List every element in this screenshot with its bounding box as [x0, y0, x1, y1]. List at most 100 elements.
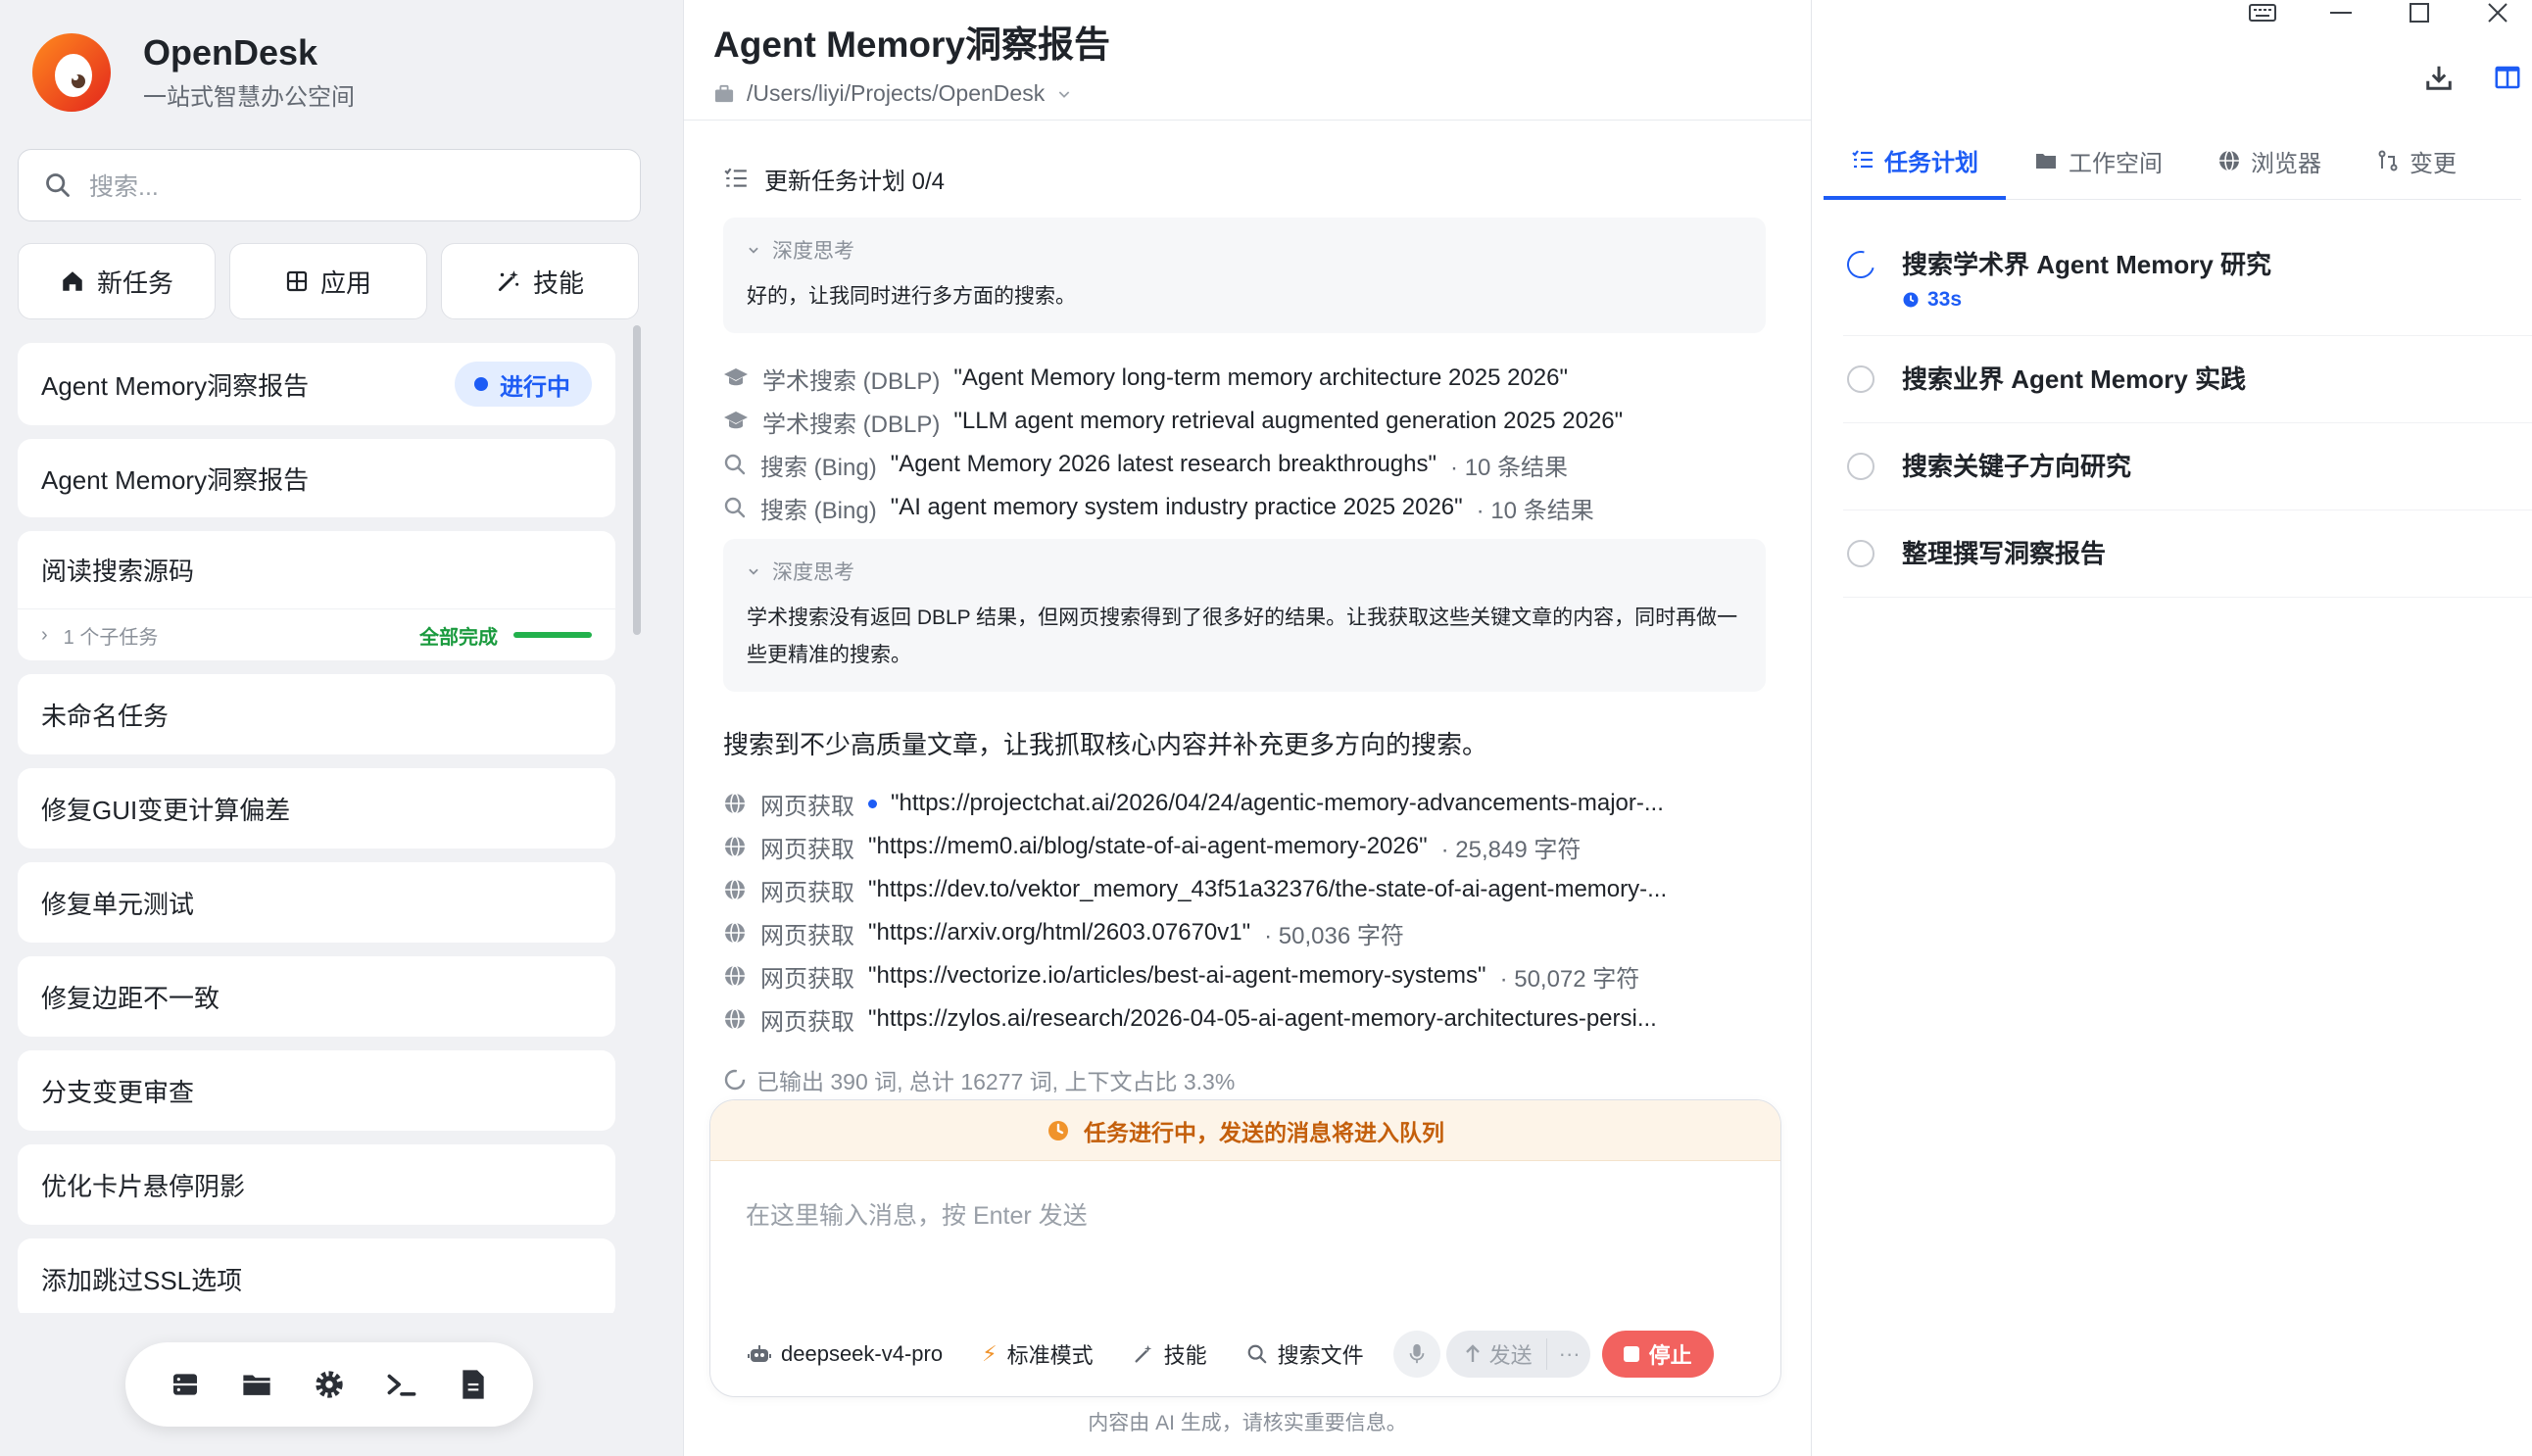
branch-icon [2378, 150, 2398, 171]
subtask-progress-bar [513, 632, 592, 638]
search-icon [1247, 1344, 1266, 1364]
new-task-button[interactable]: 新任务 [18, 243, 216, 319]
thinking-block[interactable]: 深度思考 好的，让我同时进行多方面的搜索。 [723, 218, 1766, 333]
document-icon [463, 1370, 484, 1399]
plan-item[interactable]: 搜索学术界 Agent Memory 研究 33s [1841, 221, 2532, 336]
send-button[interactable]: 发送 [1464, 1338, 1547, 1370]
header-divider [684, 120, 1811, 121]
send-label: 发送 [1488, 1343, 1533, 1368]
plan-update-row[interactable]: 更新任务计划 0/4 [723, 147, 1772, 210]
skills-selector[interactable]: 技能 [1113, 1330, 1227, 1379]
storage-icon [172, 1374, 197, 1395]
window-controls [2240, 0, 2520, 25]
fetch-tool-row[interactable]: 网页获取 "https://zylos.ai/research/2026-04-0… [723, 997, 1772, 1041]
keyboard-button[interactable] [2240, 0, 2285, 25]
search-tool-row[interactable]: 搜索 (Bing) "AI agent memory system industr… [723, 486, 1772, 529]
tab-task-plan[interactable]: 任务计划 [1824, 123, 2006, 200]
robot-icon [748, 1345, 771, 1362]
maximize-icon [2410, 3, 2429, 23]
search-placeholder: 搜索... [89, 173, 159, 201]
plan-item[interactable]: 搜索业界 Agent Memory 实践 [1843, 336, 2532, 423]
tool-query: "Agent Memory long-term memory architect… [953, 364, 1569, 391]
fetch-tool-row[interactable]: 网页获取 "https://projectchat.ai/2026/04/24/a… [723, 782, 1772, 825]
plan-item[interactable]: 搜索关键子方向研究 [1843, 423, 2532, 510]
tab-workspace-label: 工作空间 [2069, 150, 2163, 177]
search-files-button[interactable]: 搜索文件 [1227, 1330, 1384, 1379]
folder-icon [243, 1375, 271, 1395]
task-item[interactable]: 修复GUI变更计算偏差 [18, 768, 615, 849]
settings-button[interactable] [304, 1359, 355, 1410]
thinking-block[interactable]: 深度思考 学术搜索没有返回 DBLP 结果，但网页搜索得到了很多好的结果。让我获… [723, 539, 1766, 692]
toggle-panel-button[interactable] [2493, 63, 2522, 92]
close-button[interactable] [2475, 0, 2520, 25]
status-badge-label: 进行中 [500, 373, 570, 401]
tab-changes[interactable]: 变更 [2349, 123, 2484, 198]
tool-name: 搜索 (Bing) [760, 497, 877, 524]
fetch-tool-row[interactable]: 网页获取 "https://mem0.ai/blog/state-of-ai-ag… [723, 825, 1772, 868]
chevron-down-icon [749, 568, 758, 575]
folder-button[interactable] [231, 1359, 282, 1410]
conversation-panel: Agent Memory洞察报告 /Users/liyi/Projects/Op… [684, 0, 2062, 1456]
new-task-label: 新任务 [96, 267, 173, 298]
search-tool-row[interactable]: 学术搜索 (DBLP) "LLM agent memory retrieval a… [723, 400, 1772, 443]
storage-button[interactable] [160, 1359, 211, 1410]
task-title: 优化卡片悬停阴影 [41, 1171, 246, 1201]
task-item[interactable]: 优化卡片悬停阴影 [18, 1144, 615, 1225]
search-tool-row[interactable]: 学术搜索 (DBLP) "Agent Memory long-term memor… [723, 357, 1772, 400]
minimize-button[interactable] [2318, 0, 2363, 25]
fetch-tool-list: 网页获取 "https://projectchat.ai/2026/04/24/a… [723, 782, 1772, 1041]
terminal-icon [387, 1374, 415, 1396]
task-item[interactable]: 添加跳过SSL选项 [18, 1238, 615, 1313]
skills-button[interactable]: 技能 [441, 243, 639, 319]
task-item-active[interactable]: Agent Memory洞察报告 进行中 [18, 343, 615, 425]
task-list-scrollbar[interactable] [633, 325, 641, 635]
task-group[interactable]: 阅读搜索源码 › 1 个子任务 全部完成 [18, 531, 615, 660]
mode-selector[interactable]: ⚡ 标准模式 [962, 1330, 1112, 1379]
apps-button[interactable]: 应用 [229, 243, 427, 319]
message-composer: 任务进行中，发送的消息将进入队列 在这里输入消息，按 Enter 发送 deep… [709, 1099, 1781, 1397]
plan-item-time: 33s [1927, 288, 1963, 311]
task-title: 添加跳过SSL选项 [41, 1265, 243, 1295]
task-item[interactable]: 阅读搜索源码 [18, 531, 615, 609]
minimize-icon [2330, 12, 2352, 14]
clock-icon [1048, 1120, 1068, 1141]
task-title: 分支变更审查 [41, 1077, 195, 1107]
message-input[interactable]: 在这里输入消息，按 Enter 发送 [746, 1196, 1088, 1232]
terminal-button[interactable] [376, 1359, 427, 1410]
task-item[interactable]: Agent Memory洞察报告 [18, 439, 615, 517]
checklist-icon [724, 168, 747, 187]
search-tool-row[interactable]: 搜索 (Bing) "Agent Memory 2026 latest resea… [723, 443, 1772, 486]
tab-changes-label: 变更 [2410, 150, 2457, 177]
tool-name: 学术搜索 (DBLP) [762, 367, 941, 395]
download-button[interactable] [2424, 63, 2454, 92]
tab-browser[interactable]: 浏览器 [2190, 123, 2349, 198]
opendesk-logo [32, 33, 111, 112]
maximize-button[interactable] [2397, 0, 2442, 25]
search-input[interactable]: 搜索... [18, 149, 641, 221]
plan-item[interactable]: 整理撰写洞察报告 [1843, 510, 2532, 598]
task-title: Agent Memory洞察报告 [41, 370, 310, 401]
project-path-selector[interactable]: /Users/liyi/Projects/OpenDesk [713, 80, 1110, 107]
task-item[interactable]: 修复单元测试 [18, 862, 615, 943]
fetch-tool-row[interactable]: 网页获取 "https://dev.to/vektor_memory_43f51a… [723, 868, 1772, 911]
subtask-count: 1 个子任务 [63, 626, 159, 649]
plan-item-text: 整理撰写洞察报告 [1902, 539, 2107, 568]
status-badge: 进行中 [455, 362, 592, 407]
stop-button[interactable]: 停止 [1601, 1331, 1714, 1378]
document-button[interactable] [448, 1359, 499, 1410]
subtask-toggle[interactable]: › 1 个子任务 全部完成 [18, 609, 615, 660]
microphone-button[interactable] [1392, 1331, 1440, 1378]
task-item[interactable]: 分支变更审查 [18, 1050, 615, 1131]
globe-icon [725, 879, 745, 900]
settings-icon [316, 1371, 343, 1398]
more-options-button[interactable]: ··· [1547, 1341, 1581, 1367]
fetch-tool-row[interactable]: 网页获取 "https://arxiv.org/html/2603.07670v1… [723, 911, 1772, 954]
fetch-tool-row[interactable]: 网页获取 "https://vectorize.io/articles/best-… [723, 954, 1772, 997]
stop-icon [1623, 1346, 1639, 1362]
globe-icon [2219, 150, 2239, 171]
task-item[interactable]: 未命名任务 [18, 674, 615, 754]
model-selector[interactable]: deepseek-v4-pro [728, 1330, 962, 1379]
task-item[interactable]: 修复边距不一致 [18, 956, 615, 1037]
tool-query: "AI agent memory system industry practic… [890, 494, 1463, 520]
tab-workspace[interactable]: 工作空间 [2006, 123, 2190, 198]
